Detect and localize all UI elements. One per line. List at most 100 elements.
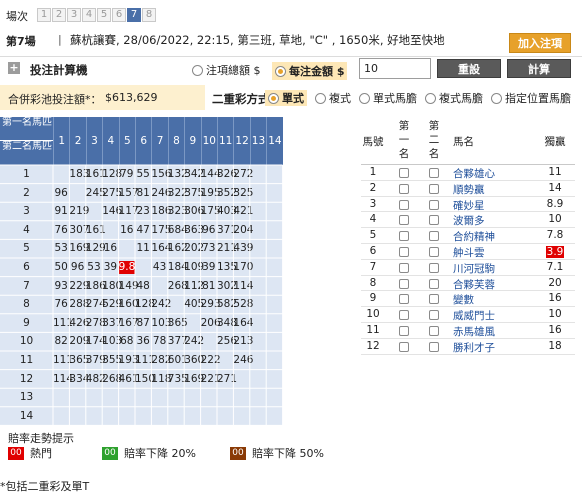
grid-cell[interactable]: 377 <box>168 332 188 351</box>
grid-cell[interactable] <box>233 407 249 426</box>
grid-cell[interactable]: 323 <box>168 202 188 221</box>
grid-cell[interactable] <box>151 277 167 296</box>
grid-cell[interactable] <box>250 295 266 314</box>
grid-cell[interactable]: 183 <box>69 165 89 184</box>
grid-cell[interactable]: 111 <box>53 351 73 370</box>
grid-cell[interactable]: 334 <box>69 370 89 389</box>
horse-name-link[interactable]: 合夥芙蓉 <box>453 277 495 292</box>
grid-cell[interactable] <box>86 388 102 407</box>
grid-cell[interactable]: 149 <box>119 277 139 296</box>
first-place-checkbox[interactable] <box>399 231 409 242</box>
grid-cell[interactable] <box>135 258 151 277</box>
grid-cell[interactable]: 114 <box>233 277 253 296</box>
radio-icon[interactable] <box>491 92 502 104</box>
radio-icon[interactable] <box>192 64 203 76</box>
grid-cell[interactable]: 16 <box>119 221 135 240</box>
first-place-checkbox[interactable] <box>399 262 409 273</box>
grid-cell[interactable]: 157 <box>119 184 139 203</box>
grid-cell[interactable]: 202 <box>184 239 204 258</box>
grid-cell[interactable]: 11 <box>135 239 151 258</box>
radio-icon[interactable] <box>359 92 370 104</box>
grid-cell[interactable]: 213 <box>233 332 253 351</box>
grid-cell[interactable]: 256 <box>217 332 237 351</box>
grid-cell[interactable]: 96 <box>53 184 69 203</box>
race-tab-5[interactable]: 5 <box>97 8 111 22</box>
reset-button[interactable]: 重設 <box>437 59 501 78</box>
grid-cell[interactable]: 39 <box>102 258 118 277</box>
second-place-checkbox[interactable] <box>429 168 439 178</box>
mode-option[interactable]: 複式 <box>315 90 351 106</box>
first-place-checkbox[interactable] <box>399 326 409 336</box>
grid-cell[interactable]: 78 <box>151 332 167 351</box>
grid-cell[interactable]: 375 <box>184 184 204 203</box>
race-tab-8[interactable]: 8 <box>142 8 156 22</box>
grid-cell[interactable]: 195 <box>201 184 221 203</box>
grid-cell[interactable] <box>250 407 266 426</box>
grid-cell[interactable] <box>266 351 282 370</box>
grid-cell[interactable]: 47 <box>135 221 151 240</box>
radio-selected-icon[interactable] <box>275 65 286 77</box>
second-place-checkbox[interactable] <box>429 247 439 257</box>
grid-cell[interactable]: 174 <box>86 332 106 351</box>
grid-cell[interactable]: 144 <box>201 165 221 184</box>
grid-cell[interactable] <box>151 407 167 426</box>
grid-cell[interactable]: 161 <box>86 165 106 184</box>
grid-cell[interactable]: 735 <box>168 370 188 389</box>
grid-cell[interactable]: 161 <box>86 221 106 240</box>
grid-cell[interactable]: 109 <box>184 258 204 277</box>
grid-cell[interactable]: 96 <box>201 221 217 240</box>
grid-cell[interactable]: 129 <box>86 239 106 258</box>
horse-name-link[interactable]: 確妙星 <box>453 198 485 213</box>
grid-cell[interactable]: 684 <box>168 221 188 240</box>
grid-cell[interactable]: 326 <box>217 165 237 184</box>
first-place-checkbox[interactable] <box>399 215 409 226</box>
add-bet-button[interactable]: 加入注項 <box>509 33 571 53</box>
grid-cell[interactable]: 582 <box>217 295 237 314</box>
grid-cell[interactable]: 73 <box>201 239 217 258</box>
grid-cell-hot[interactable]: 9.8 <box>118 261 135 274</box>
grid-cell[interactable]: 293 <box>201 295 221 314</box>
grid-cell[interactable] <box>266 258 282 277</box>
grid-cell[interactable]: 87 <box>135 314 151 333</box>
grid-cell[interactable]: 229 <box>69 277 89 296</box>
grid-cell[interactable]: 365 <box>69 351 89 370</box>
grid-cell[interactable]: 68 <box>119 332 135 351</box>
grid-cell[interactable]: 156 <box>151 165 171 184</box>
race-tab-3[interactable]: 3 <box>67 8 81 22</box>
grid-cell[interactable]: 169 <box>69 239 89 258</box>
grid-cell[interactable]: 175 <box>201 202 221 221</box>
horse-name-link[interactable]: 合夥雄心 <box>453 166 495 181</box>
grid-cell[interactable]: 245 <box>86 184 106 203</box>
grid-cell[interactable] <box>201 332 217 351</box>
grid-cell[interactable]: 112 <box>184 277 204 296</box>
grid-cell[interactable]: 275 <box>102 184 122 203</box>
mode-option[interactable]: 單式馬膽 <box>359 90 417 106</box>
grid-cell[interactable] <box>102 388 118 407</box>
grid-cell[interactable]: 81 <box>135 184 151 203</box>
second-place-checkbox[interactable] <box>429 199 439 210</box>
grid-cell[interactable]: 274 <box>86 295 106 314</box>
grid-cell[interactable]: 79 <box>119 165 135 184</box>
grid-cell[interactable]: 186 <box>151 202 171 221</box>
race-tab-4[interactable]: 4 <box>82 8 96 22</box>
first-place-checkbox[interactable] <box>399 168 409 178</box>
grid-cell[interactable]: 405 <box>184 295 204 314</box>
grid-cell[interactable] <box>266 295 282 314</box>
grid-cell[interactable]: 36 <box>135 332 151 351</box>
grid-cell[interactable]: 184 <box>168 258 188 277</box>
grid-cell[interactable]: 48 <box>135 277 151 296</box>
grid-cell[interactable]: 93 <box>53 277 69 296</box>
mode-option[interactable]: 單式 <box>265 90 307 106</box>
second-place-checkbox[interactable] <box>429 278 439 289</box>
second-place-checkbox[interactable] <box>429 294 439 305</box>
horse-name-link[interactable]: 變數 <box>453 292 474 307</box>
grid-cell[interactable] <box>69 184 85 203</box>
radio-selected-icon[interactable] <box>268 92 279 104</box>
grid-cell[interactable] <box>151 388 167 407</box>
grid-cell[interactable]: 461 <box>119 370 139 389</box>
grid-cell[interactable]: 150 <box>135 370 155 389</box>
grid-cell[interactable]: 23 <box>135 202 151 221</box>
grid-cell[interactable] <box>233 388 249 407</box>
grid-cell[interactable] <box>266 388 282 407</box>
grid-cell[interactable] <box>201 388 217 407</box>
